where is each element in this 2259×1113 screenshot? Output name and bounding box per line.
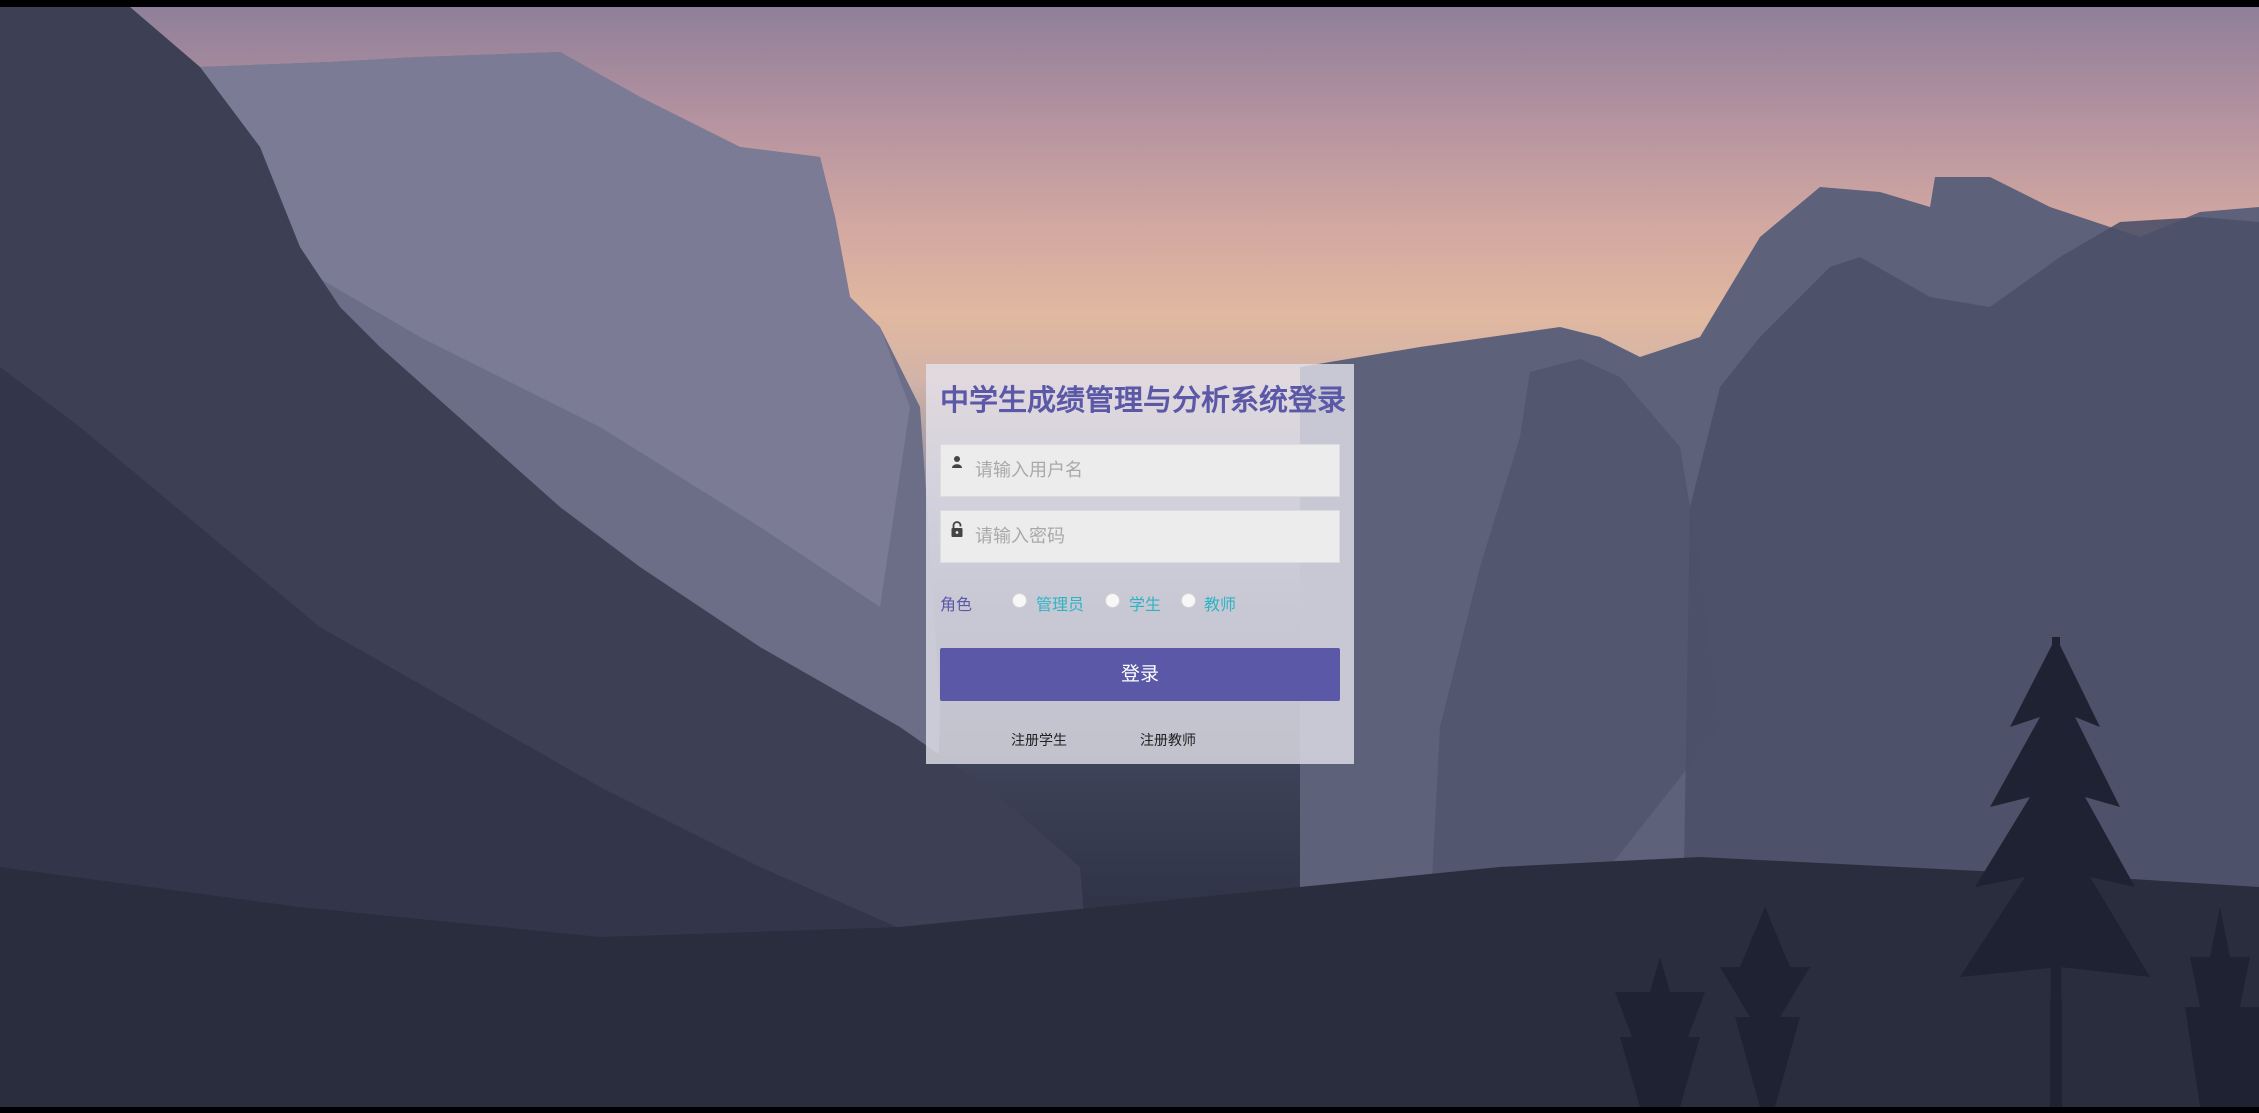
role-label: 角色	[940, 595, 973, 614]
register-student-link[interactable]: 注册学生	[1011, 730, 1067, 750]
username-input[interactable]	[975, 445, 1335, 496]
register-teacher-link[interactable]: 注册教师	[1140, 730, 1196, 750]
role-option-admin-label[interactable]: 管理员	[1036, 591, 1084, 615]
login-title: 中学生成绩管理与分析系统登录	[940, 383, 1347, 417]
role-radio-admin[interactable]	[1012, 593, 1027, 608]
role-option-student-label[interactable]: 学生	[1129, 591, 1161, 615]
user-icon	[950, 455, 964, 471]
role-radio-student[interactable]	[1105, 593, 1120, 608]
role-selector: 角色 管理员 学生 教师	[940, 589, 1340, 615]
login-page: 中学生成绩管理与分析系统登录 角色 管理	[0, 7, 2259, 1107]
login-button[interactable]: 登录	[940, 648, 1340, 701]
role-option-teacher-label[interactable]: 教师	[1204, 591, 1236, 615]
lock-icon	[950, 521, 964, 537]
role-radio-teacher[interactable]	[1181, 593, 1196, 608]
login-panel: 中学生成绩管理与分析系统登录 角色 管理	[926, 364, 1354, 764]
password-input[interactable]	[975, 511, 1335, 562]
username-field[interactable]	[940, 444, 1340, 497]
password-field[interactable]	[940, 510, 1340, 563]
